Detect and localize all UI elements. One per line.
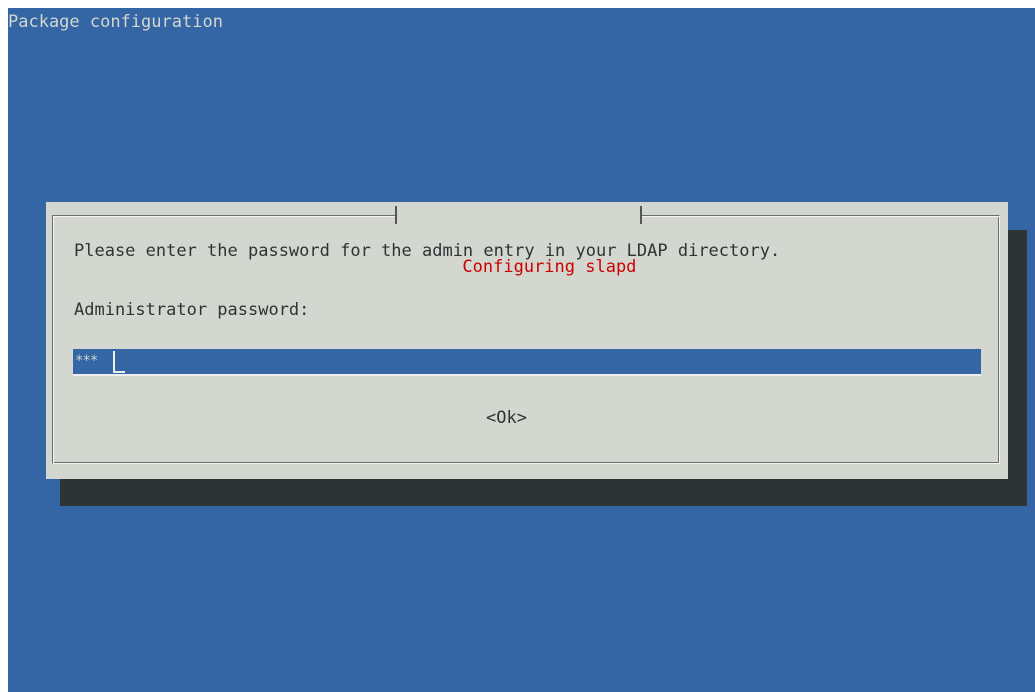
password-input[interactable]: *** <box>73 349 981 376</box>
password-label: Administrator password: <box>74 300 310 320</box>
dialog-title-box: Configuring slapd <box>395 202 643 277</box>
config-dialog: Configuring slapd Please enter the passw… <box>46 202 1008 479</box>
text-cursor <box>113 351 125 373</box>
password-masked-value: *** <box>75 353 98 369</box>
backtitle: Package configuration <box>8 12 223 32</box>
title-left-tick <box>395 206 397 224</box>
ok-button[interactable]: <Ok> <box>486 407 527 429</box>
terminal-screen: Package configuration Configuring slapd … <box>8 8 1035 692</box>
dialog-prompt: Please enter the password for the admin … <box>74 241 781 261</box>
title-right-tick <box>640 206 643 224</box>
